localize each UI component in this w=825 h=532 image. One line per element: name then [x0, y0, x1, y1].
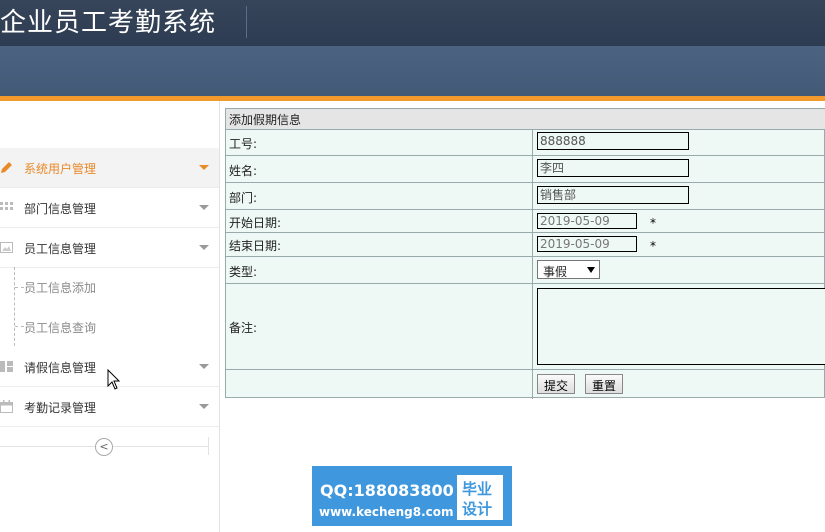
type-select-value: 事假 — [543, 265, 568, 279]
dept-label: 部门: — [229, 191, 258, 205]
app-header: 企业员工考勤系统 — [0, 0, 825, 96]
tree-connector — [15, 326, 24, 327]
sidebar-item-label: 系统用户管理 — [24, 162, 97, 176]
form-row-name: 姓名: 李四 — [226, 156, 825, 183]
sidebar-item-system-users[interactable]: 系统用户管理 — [0, 148, 219, 188]
chevron-down-icon — [199, 205, 209, 210]
start-date-label: 开始日期: — [229, 216, 282, 230]
tree-connector — [15, 287, 24, 288]
watermark-badge-line1: 毕业 — [462, 480, 493, 498]
picture-icon — [0, 242, 13, 253]
sidebar-item-attendance[interactable]: 考勤记录管理 — [0, 387, 219, 427]
watermark-badge-line2: 设计 — [462, 500, 493, 518]
leave-form: 添加假期信息 工号: 888888 姓名: 李四 部门: 销售部 开始日期: 2… — [225, 108, 825, 399]
form-row-dept: 部门: 销售部 — [226, 183, 825, 210]
emp-no-label: 工号: — [229, 137, 258, 151]
chevron-down-icon — [199, 364, 209, 369]
dept-input[interactable]: 销售部 — [537, 186, 689, 204]
reset-button[interactable]: 重置 — [585, 374, 624, 394]
chevron-down-icon — [199, 404, 209, 409]
sidebar-subitem-label: 员工信息添加 — [24, 281, 97, 295]
remark-textarea[interactable] — [537, 288, 825, 365]
sidebar-item-label: 请假信息管理 — [24, 361, 97, 375]
submit-button[interactable]: 提交 — [537, 374, 576, 394]
watermark-banner: QQ:188083800 www.kecheng8.com 毕业 设计 — [312, 466, 512, 526]
sidebar: 系统用户管理 部门信息管理 员工信息管理 员工信息添加 员工信息查询 请假信息管… — [0, 101, 220, 532]
app-title: 企业员工考勤系统 — [0, 8, 217, 38]
calendar-icon — [0, 400, 13, 413]
name-input[interactable]: 李四 — [537, 159, 689, 177]
sidebar-item-departments[interactable]: 部门信息管理 — [0, 188, 219, 228]
sidebar-collapse-divider-end — [208, 437, 209, 455]
chevron-left-icon: < — [99, 440, 109, 453]
name-label: 姓名: — [229, 164, 258, 178]
required-mark: * — [650, 239, 656, 253]
end-date-input[interactable]: 2019-05-09 — [537, 236, 637, 252]
sidebar-collapse-button[interactable]: < — [95, 438, 113, 456]
sidebar-subitem-label: 员工信息查询 — [24, 321, 97, 335]
form-row-type: 类型: — [226, 257, 825, 284]
grid-icon — [0, 202, 13, 210]
watermark-url: www.kecheng8.com — [319, 505, 454, 519]
chevron-down-icon — [199, 165, 209, 170]
pencil-icon — [1, 162, 12, 173]
form-header: 添加假期信息 — [226, 109, 825, 130]
sidebar-subitem-add-employee[interactable]: 员工信息添加 — [0, 267, 219, 306]
sidebar-item-label: 部门信息管理 — [24, 202, 97, 216]
watermark-qq: QQ:188083800 — [320, 481, 454, 500]
sidebar-item-label: 考勤记录管理 — [24, 401, 97, 415]
form-row-start-date: 开始日期: 2019-05-09 * — [226, 210, 825, 233]
type-select[interactable]: 事假 — [537, 260, 600, 279]
sidebar-subitem-query-employee[interactable]: 员工信息查询 — [0, 307, 219, 346]
form-row-emp-no: 工号: 888888 — [226, 129, 825, 156]
sidebar-item-label: 员工信息管理 — [24, 242, 97, 256]
columns-icon — [0, 361, 13, 372]
title-separator — [246, 6, 247, 38]
remark-label: 备注: — [229, 321, 258, 335]
watermark-badge: 毕业 设计 — [457, 475, 503, 520]
emp-no-input[interactable]: 888888 — [537, 132, 689, 150]
start-date-input[interactable]: 2019-05-09 — [537, 213, 637, 229]
type-label: 类型: — [229, 265, 258, 279]
dropdown-arrow-icon — [587, 267, 595, 273]
form-row-end-date: 结束日期: 2019-05-09 * — [226, 233, 825, 257]
chevron-down-icon — [199, 245, 209, 250]
sidebar-item-employees[interactable]: 员工信息管理 — [0, 228, 219, 268]
required-mark: * — [650, 216, 656, 230]
end-date-label: 结束日期: — [229, 239, 282, 253]
header-bottom-band — [0, 46, 825, 96]
form-title: 添加假期信息 — [229, 113, 302, 127]
mouse-cursor-icon — [107, 369, 121, 390]
